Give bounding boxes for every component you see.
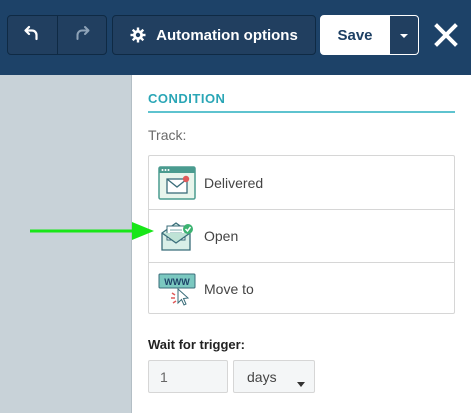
track-option-label: Move to bbox=[204, 281, 254, 297]
undo-icon bbox=[24, 25, 40, 46]
close-icon bbox=[434, 22, 458, 52]
annotation-arrow bbox=[28, 219, 158, 243]
close-button[interactable] bbox=[428, 20, 464, 54]
track-option-open[interactable]: Open bbox=[149, 209, 454, 262]
track-option-delivered[interactable]: Delivered bbox=[149, 156, 454, 209]
www-cursor-icon: WWW bbox=[158, 272, 196, 306]
track-options-list: Delivered Open WWW Move to bbox=[148, 155, 455, 314]
section-title: CONDITION bbox=[148, 91, 226, 106]
workflow-canvas bbox=[0, 75, 132, 413]
wait-unit-value: days bbox=[247, 368, 277, 385]
redo-icon bbox=[74, 25, 90, 46]
track-label: Track: bbox=[148, 127, 187, 143]
caret-down-icon bbox=[297, 374, 305, 390]
track-option-move-to[interactable]: WWW Move to bbox=[149, 262, 454, 315]
undo-redo-group bbox=[7, 15, 107, 55]
track-option-label: Open bbox=[204, 228, 239, 244]
section-divider bbox=[148, 111, 455, 113]
caret-down-icon bbox=[399, 26, 409, 44]
toolbar: Automation options Save bbox=[0, 0, 471, 75]
envelope-open-icon bbox=[158, 219, 196, 253]
envelope-delivered-icon bbox=[158, 165, 196, 200]
undo-button[interactable] bbox=[8, 16, 57, 54]
redo-button[interactable] bbox=[56, 16, 107, 54]
automation-options-label: Automation options bbox=[156, 26, 298, 44]
gear-icon bbox=[130, 27, 146, 43]
wait-unit-select[interactable]: days bbox=[233, 360, 315, 393]
wait-amount-input[interactable] bbox=[148, 360, 228, 393]
save-button[interactable]: Save bbox=[321, 16, 389, 54]
track-option-label: Delivered bbox=[204, 174, 264, 191]
save-options-dropdown[interactable] bbox=[389, 16, 418, 54]
automation-options-button[interactable]: Automation options bbox=[112, 15, 316, 55]
wait-for-trigger-label: Wait for trigger: bbox=[148, 337, 246, 352]
svg-text:WWW: WWW bbox=[164, 277, 190, 287]
save-button-group: Save bbox=[320, 15, 419, 55]
condition-panel: CONDITION Track: Delivered Open WWW Move… bbox=[132, 75, 471, 413]
